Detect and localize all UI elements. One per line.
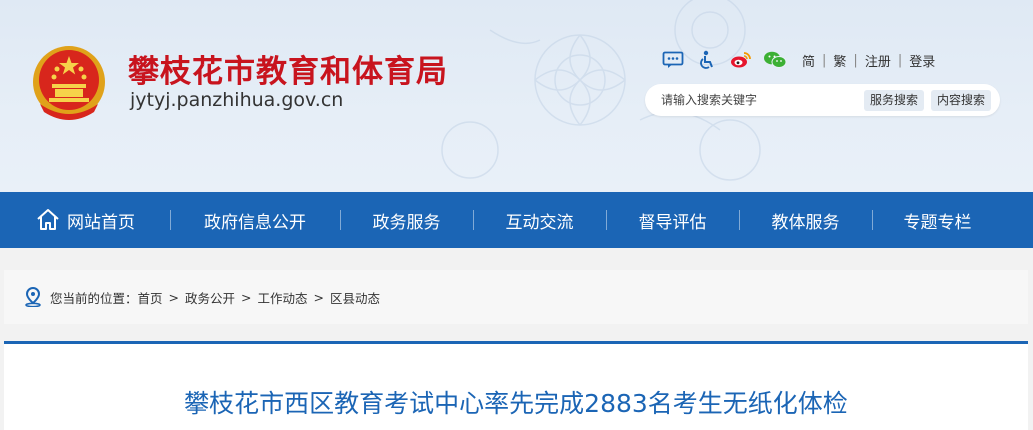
breadcrumb-government-affairs[interactable]: 政务公开 <box>185 288 235 307</box>
separator: | <box>897 52 903 68</box>
content-search-button[interactable]: 内容搜索 <box>931 90 992 111</box>
breadcrumb-work-news[interactable]: 工作动态 <box>258 288 308 307</box>
nav-item-label: 教体服务 <box>771 212 840 233</box>
breadcrumb-bar: 您当前的位置： 首页 > 政务公开 > 工作动态 > 区县动态 <box>4 270 1028 324</box>
traditional-chinese-link[interactable]: 繁 <box>833 51 846 70</box>
search-box: 服务搜索 内容搜索 <box>645 84 1000 116</box>
article-title: 攀枝花市西区教育考试中心率先完成2883名考生无纸化体检 <box>184 389 848 418</box>
header-toolbar: 简 | 繁 | 注册 | 登录 <box>660 49 935 71</box>
nav-item-government-services[interactable]: 政务服务 <box>340 192 473 248</box>
location-pin-icon <box>25 287 41 307</box>
nav-item-home[interactable]: 网站首页 <box>0 192 170 248</box>
nav-item-label: 政府信息公开 <box>204 212 306 233</box>
site-title: 攀枝花市教育和体育局 <box>128 54 448 90</box>
simplified-chinese-link[interactable]: 简 <box>802 51 815 70</box>
separator: | <box>822 52 827 68</box>
header-links: 简 | 繁 | 注册 | 登录 <box>802 51 935 70</box>
breadcrumb-prefix: 您当前的位置： <box>50 290 138 306</box>
nav-item-special-topics[interactable]: 专题专栏 <box>872 192 1003 248</box>
nav-item-government-info[interactable]: 政府信息公开 <box>170 192 340 248</box>
home-icon <box>37 209 59 230</box>
breadcrumb: 您当前的位置： 首页 > 政务公开 > 工作动态 > 区县动态 <box>24 287 380 307</box>
nav-item-label: 政务服务 <box>372 212 441 233</box>
nav-item-education-sports-services[interactable]: 教体服务 <box>739 192 872 248</box>
breadcrumb-separator: > <box>241 289 252 305</box>
login-link[interactable]: 登录 <box>909 51 935 70</box>
breadcrumb-district-news[interactable]: 区县动态 <box>330 288 380 307</box>
nav-item-label: 督导评估 <box>638 212 707 233</box>
message-icon[interactable] <box>660 49 686 71</box>
nav-item-interaction[interactable]: 互动交流 <box>473 192 606 248</box>
register-link[interactable]: 注册 <box>865 51 891 70</box>
separator: | <box>853 52 858 68</box>
wechat-icon[interactable] <box>762 49 788 71</box>
national-emblem-icon <box>33 46 105 120</box>
search-input[interactable] <box>661 90 851 110</box>
weibo-icon[interactable] <box>728 49 754 71</box>
nav-item-label: 网站首页 <box>67 212 135 233</box>
article-panel: 攀枝花市西区教育考试中心率先完成2883名考生无纸化体检 <box>4 341 1028 430</box>
accessibility-icon[interactable] <box>694 49 720 71</box>
site-header: 攀枝花市教育和体育局 jytyj.panzhihua.gov.cn 简 | 繁 … <box>0 0 1033 192</box>
breadcrumb-separator: > <box>168 289 180 305</box>
site-domain: jytyj.panzhihua.gov.cn <box>130 89 344 111</box>
main-nav: 网站首页 政府信息公开 政务服务 互动交流 督导评估 教体服务 专题专栏 <box>0 192 1033 248</box>
breadcrumb-separator: > <box>313 289 325 305</box>
service-search-button[interactable]: 服务搜索 <box>864 90 925 111</box>
breadcrumb-home[interactable]: 首页 <box>138 288 163 307</box>
nav-item-supervision[interactable]: 督导评估 <box>606 192 739 248</box>
nav-item-label: 互动交流 <box>505 212 574 233</box>
nav-item-label: 专题专栏 <box>903 212 972 233</box>
